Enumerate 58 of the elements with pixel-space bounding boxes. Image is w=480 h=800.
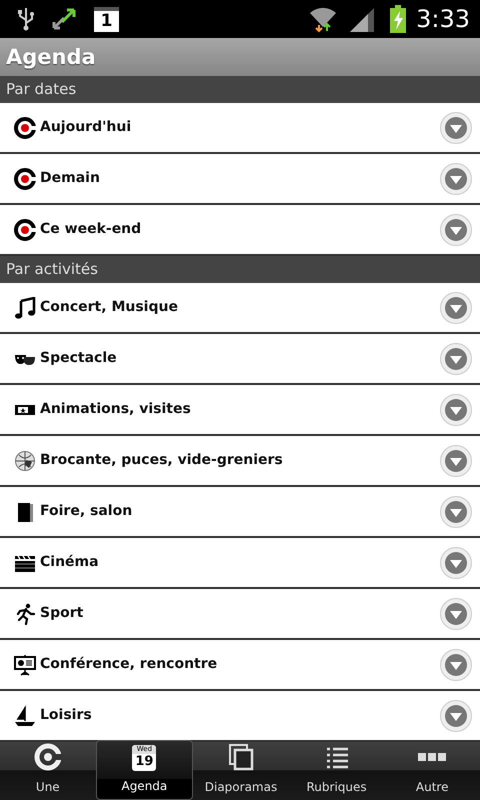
expand-chevron-icon[interactable] (440, 648, 472, 680)
section-header: Par dates (0, 76, 480, 103)
expand-chevron-icon[interactable] (440, 444, 472, 476)
item-label: Aujourd'hui (40, 118, 132, 137)
circle-logo-icon (14, 218, 36, 240)
item-label: Spectacle (40, 349, 118, 368)
item-label: Concert, Musique (40, 298, 179, 317)
tab[interactable]: Rubriques (288, 740, 384, 800)
item-label: Animations, visites (40, 400, 192, 419)
expand-chevron-icon[interactable] (440, 496, 472, 528)
screen-title: Agenda (0, 38, 480, 76)
expand-chevron-icon[interactable] (440, 342, 472, 374)
list-item[interactable]: Aujourd'hui (0, 103, 480, 154)
usb-icon (16, 6, 36, 32)
list-item[interactable]: Brocante, puces, vide-greniers (0, 436, 480, 487)
list-item[interactable]: Spectacle (0, 334, 480, 385)
item-label: Brocante, puces, vide-greniers (40, 451, 284, 470)
list-item[interactable]: Cinéma (0, 538, 480, 589)
expand-chevron-icon[interactable] (440, 214, 472, 246)
item-label: Conférence, rencontre (40, 655, 218, 674)
calendar-date: 19 (134, 754, 154, 770)
circle-logo-icon (14, 116, 36, 138)
tab[interactable]: Autre (384, 740, 480, 800)
item-label: Loisirs (40, 706, 93, 725)
item-label: Cinéma (40, 553, 100, 572)
list-item[interactable]: Demain (0, 154, 480, 205)
presentation-board-icon (14, 654, 36, 676)
clock: 3:33 (416, 4, 470, 35)
runner-icon (14, 602, 36, 624)
sync-arrows-icon (50, 6, 78, 32)
list-item[interactable]: Conférence, rencontre (0, 640, 480, 691)
list-item[interactable]: Sport (0, 589, 480, 640)
expand-chevron-icon[interactable] (440, 112, 472, 144)
sailboat-icon (14, 704, 36, 726)
tab[interactable]: Une (0, 740, 96, 800)
item-label: Demain (40, 169, 101, 188)
list-item[interactable]: Concert, Musique (0, 283, 480, 334)
signal-icon (348, 6, 376, 32)
list-item[interactable]: Animations, visites (0, 385, 480, 436)
expand-chevron-icon[interactable] (440, 292, 472, 324)
tab[interactable]: Diaporamas (193, 740, 289, 800)
expand-chevron-icon[interactable] (440, 598, 472, 630)
expand-chevron-icon[interactable] (440, 546, 472, 578)
expand-chevron-icon[interactable] (440, 394, 472, 426)
list-item[interactable]: Foire, salon (0, 487, 480, 538)
battery-icon (390, 5, 406, 33)
calendar-notification-icon: 1 (94, 6, 119, 32)
expand-chevron-icon[interactable] (440, 700, 472, 732)
music-note-icon (14, 296, 36, 318)
item-label: Ce week-end (40, 220, 142, 239)
item-label: Foire, salon (40, 502, 134, 521)
more-dots-icon (417, 753, 448, 761)
wifi-icon (308, 5, 338, 33)
item-label: Sport (40, 604, 84, 623)
circle-logo-icon (14, 168, 36, 190)
section-header: Par activités (0, 256, 480, 283)
expand-chevron-icon[interactable] (440, 162, 472, 194)
logo-icon (32, 742, 63, 772)
